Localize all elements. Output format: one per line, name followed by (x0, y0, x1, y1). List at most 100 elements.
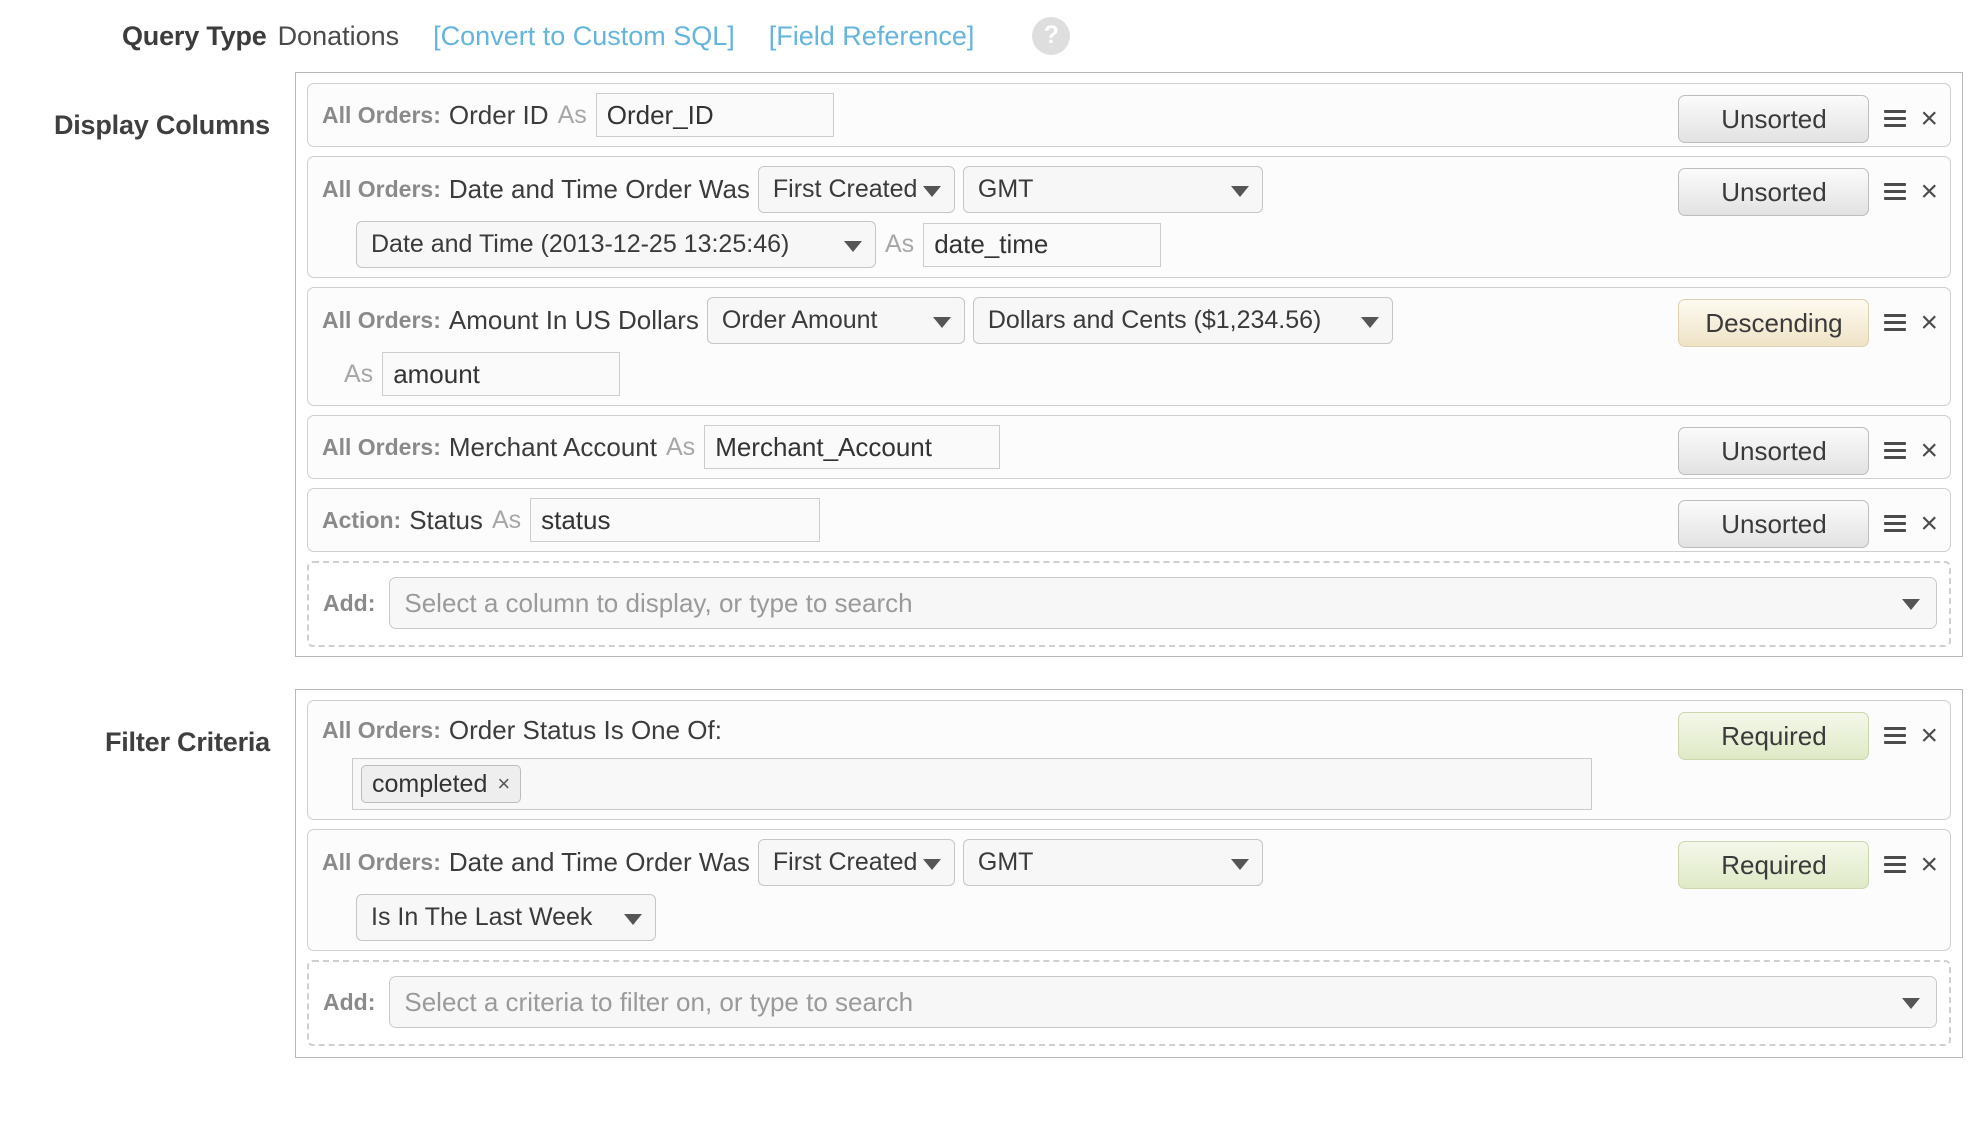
row-secondary-line: Date and Time (2013-12-25 13:25:46) As (322, 221, 1720, 268)
drag-handle-icon[interactable] (1884, 513, 1907, 535)
display-column-row[interactable]: Action: Status As Unsorted × (307, 488, 1951, 552)
alias-input[interactable] (530, 498, 821, 542)
drag-handle-icon[interactable] (1884, 725, 1907, 747)
timezone-select-value: GMT (977, 175, 1034, 203)
row-controls: Unsorted × (1678, 500, 1938, 548)
row-field-name: Date and Time Order Was (448, 174, 750, 204)
row-field-name: Amount In US Dollars (448, 305, 699, 335)
chevron-down-icon (1360, 316, 1379, 328)
add-label: Add: (323, 988, 376, 1015)
chevron-down-icon (844, 240, 862, 252)
help-icon[interactable]: ? (1032, 17, 1071, 55)
row-source-label: All Orders: (322, 307, 441, 333)
remove-row-close-icon[interactable]: × (1920, 436, 1938, 466)
alias-input[interactable] (382, 352, 621, 396)
datetime-format-value: Date and Time (2013-12-25 13:25:46) (371, 230, 790, 258)
amount-type-select[interactable]: Order Amount (706, 297, 965, 344)
add-filter-criteria-row: Add: Select a criteria to filter on, or … (307, 960, 1951, 1046)
sort-toggle-button[interactable]: Unsorted (1678, 168, 1870, 216)
alias-input[interactable] (923, 222, 1162, 267)
query-builder-page: Query Type Donations [Convert to Custom … (0, 0, 1982, 1134)
chevron-down-icon (932, 316, 951, 328)
row-controls: Unsorted × (1678, 168, 1938, 216)
money-format-select[interactable]: Dollars and Cents ($1,234.56) (972, 297, 1393, 344)
row-field-name: Date and Time Order Was (448, 847, 750, 877)
filter-criteria-label: Filter Criteria (104, 727, 270, 757)
field-reference-link[interactable]: [Field Reference] (769, 21, 975, 52)
remove-row-close-icon[interactable]: × (1920, 308, 1938, 338)
remove-row-close-icon[interactable]: × (1920, 177, 1938, 207)
as-label: As (557, 100, 587, 129)
remove-row-close-icon[interactable]: × (1920, 721, 1938, 751)
add-column-placeholder: Select a column to display, or type to s… (404, 587, 913, 618)
drag-handle-icon[interactable] (1884, 108, 1907, 130)
row-primary-line: Action: Status As (322, 498, 1720, 542)
money-format-value: Dollars and Cents ($1,234.56) (987, 306, 1322, 334)
remove-row-close-icon[interactable]: × (1920, 850, 1938, 880)
condition-select[interactable]: Is In The Last Week (356, 894, 656, 941)
sort-toggle-button[interactable]: Unsorted (1678, 500, 1870, 548)
drag-handle-icon[interactable] (1884, 440, 1907, 462)
chevron-down-icon (922, 858, 941, 870)
row-source-label: All Orders: (322, 101, 441, 128)
display-column-row[interactable]: All Orders: Merchant Account As Unsorted… (307, 415, 1951, 479)
display-column-row[interactable]: All Orders: Order ID As Unsorted × (307, 83, 1951, 147)
requirement-toggle-button[interactable]: Required (1678, 712, 1870, 760)
created-select[interactable]: First Created (757, 839, 955, 886)
display-columns-label: Display Columns (53, 110, 270, 140)
token-remove-icon[interactable]: × (497, 771, 510, 797)
drag-handle-icon[interactable] (1884, 312, 1907, 334)
row-source-label: All Orders: (322, 433, 441, 460)
row-controls: Descending × (1678, 299, 1938, 347)
sort-toggle-button[interactable]: Unsorted (1678, 95, 1870, 143)
created-select-value: First Created (772, 848, 918, 876)
add-column-select[interactable]: Select a column to display, or type to s… (389, 577, 1937, 629)
drag-handle-icon[interactable] (1884, 181, 1907, 203)
filter-criteria-row[interactable]: All Orders: Date and Time Order Was Firs… (307, 829, 1951, 951)
token-label: completed (372, 769, 488, 798)
filter-criteria-row[interactable]: All Orders: Order Status Is One Of: comp… (307, 700, 1951, 820)
row-primary-line: All Orders: Date and Time Order Was Firs… (322, 166, 1720, 213)
remove-row-close-icon[interactable]: × (1920, 509, 1938, 539)
datetime-format-select[interactable]: Date and Time (2013-12-25 13:25:46) (356, 221, 876, 268)
remove-row-close-icon[interactable]: × (1920, 104, 1938, 134)
display-column-row[interactable]: All Orders: Amount In US Dollars Order A… (307, 287, 1951, 406)
timezone-select[interactable]: GMT (962, 166, 1263, 213)
timezone-select[interactable]: GMT (962, 839, 1263, 886)
row-primary-line: All Orders: Merchant Account As (322, 425, 1720, 469)
status-token-input[interactable]: completed × (352, 758, 1592, 810)
row-controls: Required × (1678, 712, 1938, 760)
token-chip[interactable]: completed × (361, 765, 522, 803)
filter-criteria-container: All Orders: Order Status Is One Of: comp… (295, 689, 1963, 1058)
sort-toggle-button[interactable]: Unsorted (1678, 427, 1870, 475)
row-field-name: Order Status Is One Of: (448, 714, 722, 745)
as-label: As (344, 359, 374, 388)
add-criteria-select[interactable]: Select a criteria to filter on, or type … (389, 976, 1937, 1028)
condition-select-value: Is In The Last Week (371, 903, 593, 931)
drag-handle-icon[interactable] (1884, 854, 1907, 876)
alias-input[interactable] (704, 425, 1001, 469)
convert-to-custom-sql-link[interactable]: [Convert to Custom SQL] (433, 21, 735, 52)
display-column-row[interactable]: All Orders: Date and Time Order Was Firs… (307, 156, 1951, 278)
row-controls: Unsorted × (1678, 427, 1938, 475)
row-secondary-line: Is In The Last Week (322, 894, 1720, 941)
row-field-name: Order ID (448, 99, 549, 130)
chevron-down-icon (1230, 185, 1249, 197)
created-select[interactable]: First Created (757, 166, 955, 213)
row-primary-line: All Orders: Order ID As (322, 93, 1720, 137)
row-controls: Unsorted × (1678, 95, 1938, 143)
chevron-down-icon (1902, 599, 1920, 610)
filter-criteria-section: Filter Criteria All Orders: Order Status… (0, 689, 1982, 1058)
row-primary-line: All Orders: Amount In US Dollars Order A… (322, 297, 1720, 344)
row-source-label: All Orders: (322, 716, 441, 743)
row-source-label: All Orders: (322, 176, 441, 202)
query-type-label: Query Type (122, 20, 267, 51)
sort-toggle-button[interactable]: Descending (1678, 299, 1870, 347)
created-select-value: First Created (772, 175, 918, 203)
chevron-down-icon (1902, 998, 1920, 1009)
alias-input[interactable] (595, 93, 834, 137)
requirement-toggle-button[interactable]: Required (1678, 841, 1870, 889)
timezone-select-value: GMT (977, 848, 1034, 876)
row-primary-line: All Orders: Order Status Is One Of: (322, 710, 1720, 750)
